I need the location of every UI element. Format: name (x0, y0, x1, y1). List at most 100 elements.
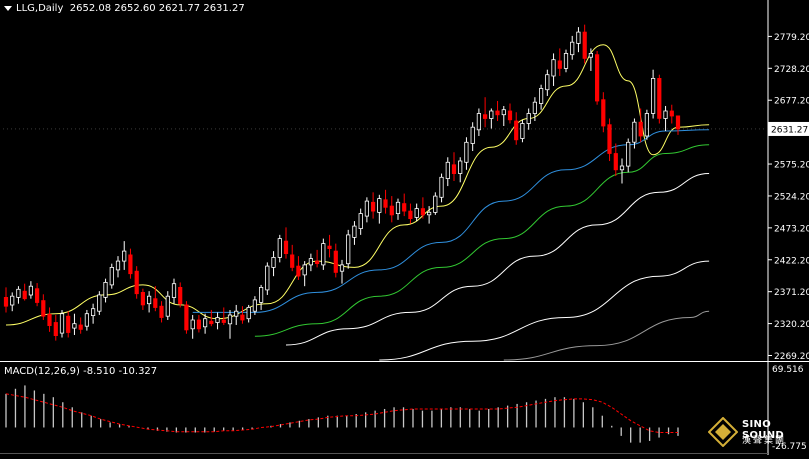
candle-body (78, 324, 83, 330)
candle-body (426, 211, 432, 216)
candle-body (557, 60, 562, 69)
candle-body (190, 319, 195, 330)
candle-body (613, 153, 618, 171)
candle (644, 109, 650, 140)
candle-body (570, 41, 575, 56)
candle-body (209, 320, 214, 325)
candle-body (153, 298, 158, 308)
candle-body (607, 124, 612, 154)
candle-body (451, 164, 457, 175)
candle-body (128, 254, 133, 275)
candle-body (675, 115, 681, 130)
price-tick-label: 2422.20 (774, 256, 809, 266)
candle-body (258, 286, 264, 303)
candle-body (252, 299, 257, 312)
candle-body (582, 31, 587, 59)
candle-body (514, 120, 519, 141)
candle-body (35, 288, 40, 303)
candle-body (657, 78, 662, 119)
candle-body (140, 291, 145, 306)
candle-body (526, 113, 531, 124)
sino-sound-logo: SINO SOUND 漢聲集團 (707, 416, 804, 451)
price-tick-label: 2779.20 (774, 33, 809, 43)
candle-body (520, 123, 525, 139)
price-tick-label: 2371.20 (774, 288, 809, 298)
candle-body (184, 304, 189, 331)
candle-body (103, 281, 108, 298)
candle-body (227, 314, 233, 325)
candle-body (91, 308, 96, 317)
candle-body (563, 53, 569, 69)
candle-body (333, 250, 338, 273)
candle (321, 238, 326, 270)
price-tick-label: 2677.20 (774, 97, 809, 107)
candle-body (595, 54, 600, 102)
candle-body (389, 205, 394, 216)
candle (265, 262, 270, 295)
logo-text-cn: 漢聲集團 (742, 436, 787, 446)
candle-body (314, 260, 320, 265)
candle-body (476, 113, 482, 131)
ohlc-values: 2652.08 2652.60 2621.77 2631.27 (69, 3, 245, 14)
candle-body (66, 315, 71, 333)
candle-body (215, 317, 220, 323)
candle-body (84, 313, 89, 327)
candle-body (109, 266, 114, 286)
candle (97, 291, 102, 315)
candle-body (202, 318, 208, 328)
candle-body (395, 201, 401, 215)
candle-body (439, 176, 444, 198)
candle-body (470, 126, 475, 144)
candle-body (41, 300, 46, 317)
candle-body (196, 319, 201, 330)
candle-body (644, 113, 650, 137)
candle-body (122, 250, 127, 262)
candle-body (265, 265, 270, 291)
candle-body (134, 270, 139, 295)
candle-body (283, 240, 289, 255)
candle-body (414, 208, 419, 218)
macd-label: MACD(12,26,9) (4, 366, 80, 377)
candle-body (246, 306, 251, 320)
candle-body (507, 110, 513, 121)
price-tick-label: 2575.20 (774, 161, 809, 171)
candle (346, 229, 351, 269)
candle-body (234, 310, 239, 317)
candle-body (146, 295, 152, 305)
candle-body (370, 201, 376, 212)
candle-body (53, 322, 58, 337)
chart-window[interactable]: 2779.202728.202677.202626.202575.202524.… (0, 0, 809, 455)
candle-body (663, 110, 668, 119)
dropdown-triangle-icon[interactable] (4, 5, 12, 11)
candle-body (346, 234, 351, 265)
price-chart-canvas[interactable]: 2779.202728.202677.202626.202575.202524.… (0, 0, 809, 455)
candle-body (296, 265, 301, 277)
candle-body (433, 195, 438, 213)
candle (595, 50, 600, 105)
candle-body (651, 78, 656, 114)
candle-body (501, 109, 506, 116)
candle-body (277, 238, 282, 258)
candle-body (626, 141, 631, 167)
candle-body (178, 286, 183, 305)
candle-body (576, 31, 581, 44)
candle-body (308, 258, 314, 266)
candle-body (669, 110, 674, 117)
candle-body (221, 319, 226, 323)
candle-body (545, 74, 550, 91)
chart-header: LLG,Daily 2652.08 2652.60 2621.77 2631.2… (4, 3, 245, 14)
candle-body (377, 198, 382, 213)
candle-body (59, 313, 65, 334)
price-tick-label: 2524.20 (774, 192, 809, 202)
price-tick-label: 2728.20 (774, 65, 809, 75)
current-price-label: 2631.27 (771, 125, 808, 135)
candle-body (271, 256, 276, 268)
candle-body (532, 101, 538, 114)
candle-body (97, 294, 102, 312)
candle-body (72, 323, 77, 329)
candle-body (364, 200, 370, 217)
macd-scale-top: 69.516 (772, 365, 804, 375)
price-tick-label: 2473.20 (774, 224, 809, 234)
candle-body (588, 53, 594, 58)
candle-body (28, 285, 34, 296)
